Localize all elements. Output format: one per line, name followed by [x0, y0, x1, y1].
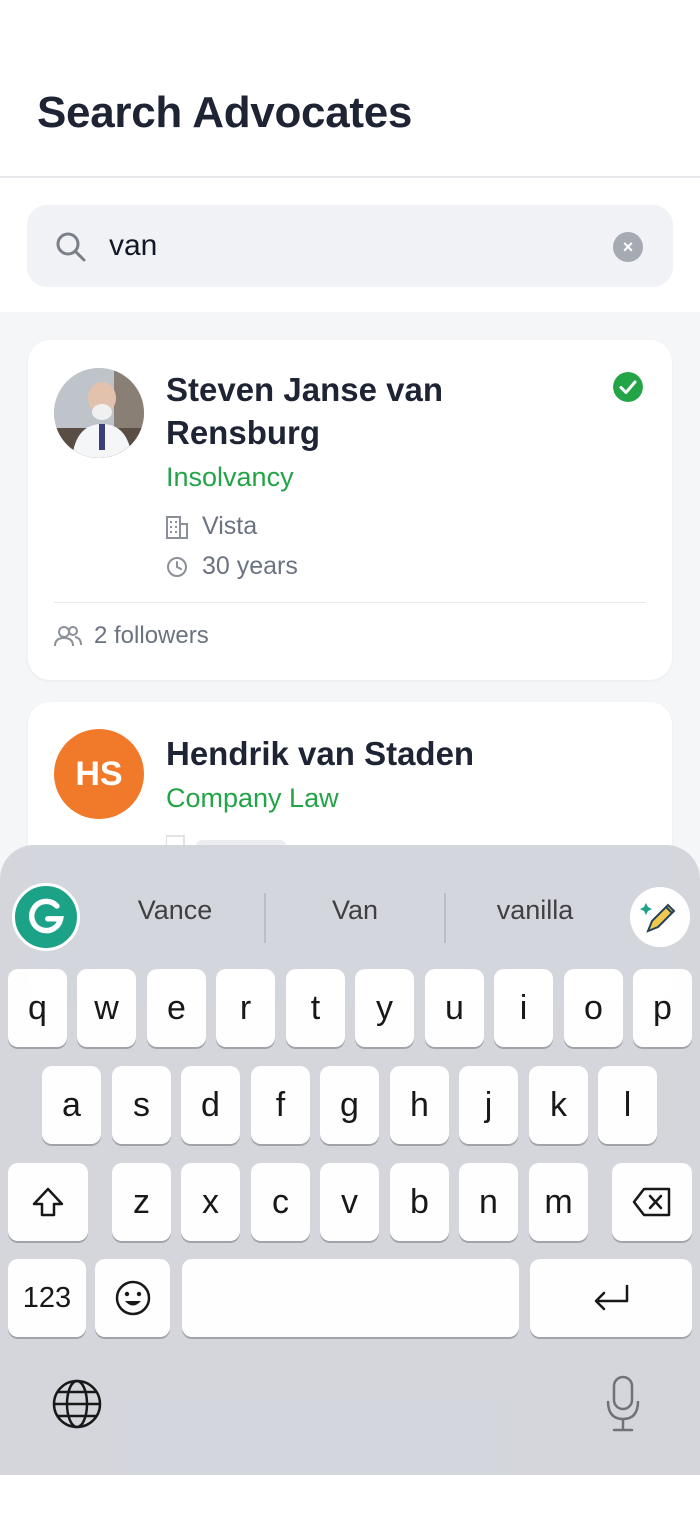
- key-s[interactable]: s: [112, 1066, 171, 1144]
- backspace-key[interactable]: [612, 1163, 692, 1241]
- search-section: ×: [0, 180, 700, 312]
- key-b[interactable]: b: [390, 1163, 449, 1241]
- key-d[interactable]: d: [181, 1066, 240, 1144]
- key-q[interactable]: q: [8, 969, 67, 1047]
- emoji-key[interactable]: [95, 1259, 170, 1337]
- key-f[interactable]: f: [251, 1066, 310, 1144]
- experience-row: 30 years: [166, 552, 298, 581]
- key-p[interactable]: p: [633, 969, 692, 1047]
- page-title: Search Advocates: [37, 88, 413, 137]
- key-r[interactable]: r: [216, 969, 275, 1047]
- avatar: [54, 368, 144, 458]
- verified-check-icon: [613, 372, 643, 402]
- suggestion-divider: [264, 893, 266, 943]
- suggestion-item[interactable]: Vance: [90, 895, 260, 926]
- bottom-safe-area: [0, 1475, 700, 1515]
- clock-icon: [167, 556, 187, 577]
- return-icon: [594, 1284, 629, 1311]
- followers-row: 2 followers: [54, 622, 209, 650]
- location-row: Vista: [166, 512, 257, 541]
- key-v[interactable]: v: [320, 1163, 379, 1241]
- magic-pencil-icon[interactable]: [630, 887, 690, 947]
- search-icon: [56, 232, 86, 262]
- suggestion-divider: [444, 893, 446, 943]
- grammarly-icon[interactable]: [12, 883, 80, 951]
- key-x[interactable]: x: [181, 1163, 240, 1241]
- key-y[interactable]: y: [355, 969, 414, 1047]
- header: Search Advocates: [0, 40, 700, 178]
- shift-icon: [32, 1187, 64, 1217]
- on-screen-keyboard: Vance Van vanilla q w e r t y u i o p a …: [0, 845, 700, 1475]
- return-key[interactable]: [530, 1259, 692, 1337]
- users-icon: [54, 626, 82, 647]
- key-w[interactable]: w: [77, 969, 136, 1047]
- key-i[interactable]: i: [494, 969, 553, 1047]
- key-g[interactable]: g: [320, 1066, 379, 1144]
- key-c[interactable]: c: [251, 1163, 310, 1241]
- suggestion-item[interactable]: vanilla: [450, 895, 620, 926]
- advocate-name: Hendrik van Staden: [166, 735, 475, 772]
- microphone-icon[interactable]: [605, 1375, 641, 1433]
- key-a[interactable]: a: [42, 1066, 101, 1144]
- space-key[interactable]: [182, 1259, 519, 1337]
- key-k[interactable]: k: [529, 1066, 588, 1144]
- avatar: HS: [54, 729, 144, 819]
- shift-key[interactable]: [8, 1163, 88, 1241]
- building-icon: [166, 515, 188, 539]
- key-e[interactable]: e: [147, 969, 206, 1047]
- search-input[interactable]: [109, 223, 589, 269]
- key-l[interactable]: l: [598, 1066, 657, 1144]
- advocate-specialty: Company Law: [166, 783, 339, 813]
- location-text: Vista: [202, 512, 258, 540]
- advocate-card[interactable]: Steven Janse van Rensburg Insolvancy Vis…: [28, 340, 672, 680]
- divider: [54, 602, 646, 603]
- emoji-icon: [115, 1280, 150, 1316]
- numbers-key[interactable]: 123: [8, 1259, 86, 1337]
- key-h[interactable]: h: [390, 1066, 449, 1144]
- key-j[interactable]: j: [459, 1066, 518, 1144]
- advocate-specialty: Insolvancy: [166, 462, 294, 492]
- globe-icon[interactable]: [50, 1377, 104, 1431]
- key-n[interactable]: n: [459, 1163, 518, 1241]
- key-o[interactable]: o: [564, 969, 623, 1047]
- backspace-icon: [632, 1187, 671, 1217]
- followers-text: 2 followers: [94, 622, 209, 649]
- key-t[interactable]: t: [286, 969, 345, 1047]
- key-m[interactable]: m: [529, 1163, 588, 1241]
- suggestion-item[interactable]: Van: [270, 895, 440, 926]
- search-bar[interactable]: ×: [27, 205, 673, 287]
- advocate-name: Steven Janse van Rensburg: [166, 371, 443, 451]
- key-u[interactable]: u: [425, 969, 484, 1047]
- key-z[interactable]: z: [112, 1163, 171, 1241]
- clear-search-button[interactable]: ×: [613, 232, 643, 262]
- experience-text: 30 years: [202, 552, 298, 580]
